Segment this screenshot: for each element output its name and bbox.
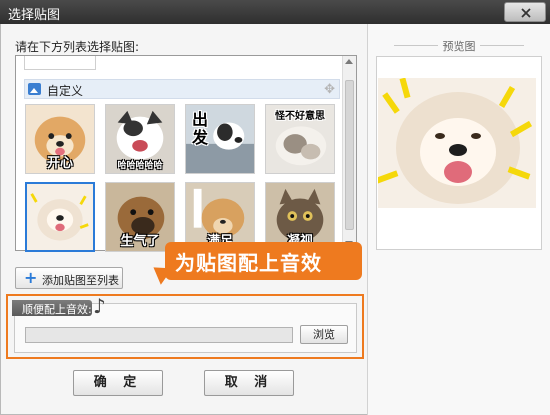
plus-icon: +	[24, 268, 38, 287]
section-header-custom[interactable]: 自定义 ✥	[24, 79, 340, 99]
sticker-thumb-laugh[interactable]: 哈哈哈哈哈	[105, 104, 175, 174]
sticker-caption: 开心	[46, 156, 73, 171]
sticker-thumb-happy[interactable]: 开心	[25, 104, 95, 174]
scroll-thumb[interactable]	[345, 80, 354, 230]
sticker-thumb-selected[interactable]	[25, 182, 95, 252]
preview-image	[378, 78, 536, 208]
close-x-icon	[521, 8, 531, 18]
callout-text: 为贴图配上音效	[175, 251, 322, 275]
choose-sticker-label: 请在下方列表选择贴图:	[15, 40, 140, 54]
sticker-thumb-shy[interactable]: 怪不好意思	[265, 104, 335, 174]
add-sticker-label: 添加贴图至列表	[42, 274, 119, 287]
sticker-list[interactable]: 自定义 ✥ 开心 哈哈哈哈哈 出发 怪不好意思 生气了	[15, 55, 357, 252]
cancel-button[interactable]: 取 消	[204, 370, 294, 396]
sound-path-input[interactable]	[25, 327, 293, 343]
list-stub	[24, 56, 96, 70]
sound-label: 顺便配上音效:	[22, 303, 92, 316]
sticker-thumb-go[interactable]: 出发	[185, 104, 255, 174]
ok-button[interactable]: 确 定	[73, 370, 163, 396]
scroll-up-icon[interactable]	[345, 59, 353, 64]
add-sticker-button[interactable]: + 添加贴图至列表	[15, 267, 123, 289]
move-arrows-icon[interactable]: ✥	[324, 82, 335, 97]
window-title: 选择贴图	[8, 8, 61, 23]
browse-button[interactable]: 浏览	[300, 325, 348, 344]
sticker-caption: 哈哈哈哈哈	[117, 161, 163, 171]
sticker-caption: 生气了	[120, 234, 160, 249]
music-note-icon: ♪	[93, 294, 106, 318]
sticker-caption: 怪不好意思	[275, 111, 325, 122]
sticker-thumb-angry[interactable]: 生气了	[105, 182, 175, 252]
dog-preview-image	[378, 78, 536, 208]
dog-fluffy-image	[27, 184, 93, 250]
annotation-callout: 为贴图配上音效	[165, 242, 362, 280]
picture-icon	[28, 83, 41, 95]
title-bar: 选择贴图	[0, 0, 550, 24]
close-button[interactable]	[504, 2, 546, 22]
section-label: 自定义	[47, 84, 84, 98]
sound-label-tag: 顺便配上音效:	[12, 300, 92, 316]
preview-title: 预览图	[376, 38, 542, 54]
list-scrollbar[interactable]	[342, 56, 356, 250]
sticker-caption: 出发	[192, 110, 209, 147]
